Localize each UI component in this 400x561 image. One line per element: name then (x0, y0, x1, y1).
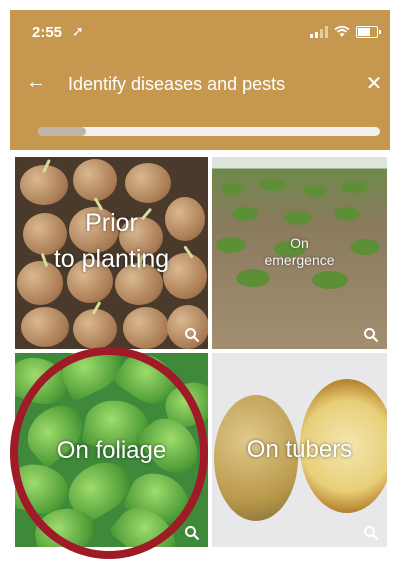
potato-image (21, 307, 69, 347)
search-icon (185, 526, 200, 541)
tile-label: On emergence (212, 235, 387, 269)
plant-image (284, 211, 312, 225)
signal-icon (310, 26, 328, 38)
potato-image (123, 307, 169, 349)
progress-fill (38, 127, 86, 136)
tile-label-line2: emergence (264, 252, 335, 268)
app-header: 2:55 ➚ ← Identify diseases and pests ✕ (10, 10, 390, 150)
back-arrow-icon[interactable]: ← (26, 71, 46, 94)
tile-label-line1: Prior (85, 209, 138, 237)
plant-image (260, 179, 286, 191)
plant-image (312, 271, 348, 289)
location-icon: ➚ (72, 23, 84, 39)
search-icon (185, 328, 200, 343)
tile-on-tubers[interactable]: On tubers (212, 353, 387, 547)
progress-bar (38, 127, 380, 136)
tile-on-foliage[interactable]: On foliage (15, 353, 208, 547)
close-icon[interactable]: ✕ (362, 71, 386, 96)
status-time: 2:55 (32, 24, 63, 41)
tile-label-line1: On (290, 235, 309, 251)
page-title: Identify diseases and pests (68, 74, 286, 94)
tile-on-emergence[interactable]: On emergence (212, 157, 387, 349)
plant-image (232, 207, 258, 221)
tile-prior-to-planting[interactable]: Prior to planting (15, 157, 208, 349)
plant-image (342, 181, 368, 193)
tile-label-line2: to planting (53, 245, 170, 273)
plant-image (222, 183, 244, 195)
search-icon (364, 328, 379, 343)
battery-icon (356, 26, 381, 38)
status-icons (310, 26, 381, 38)
potato-image (125, 163, 171, 203)
wifi-icon (334, 26, 350, 37)
plant-image (304, 185, 326, 197)
tile-label: On tubers (246, 436, 353, 463)
category-grid: Prior to planting On emergence On foliag… (15, 157, 387, 547)
potato-image (73, 159, 117, 201)
status-bar: 2:55 ➚ (10, 10, 390, 50)
potato-image (73, 309, 117, 349)
tile-label: Prior to planting (15, 205, 208, 277)
search-icon (364, 526, 379, 541)
plant-image (236, 269, 270, 287)
title-bar: ← Identify diseases and pests ✕ (10, 65, 390, 105)
plant-image (334, 207, 360, 221)
tile-label: On foliage (56, 437, 167, 464)
